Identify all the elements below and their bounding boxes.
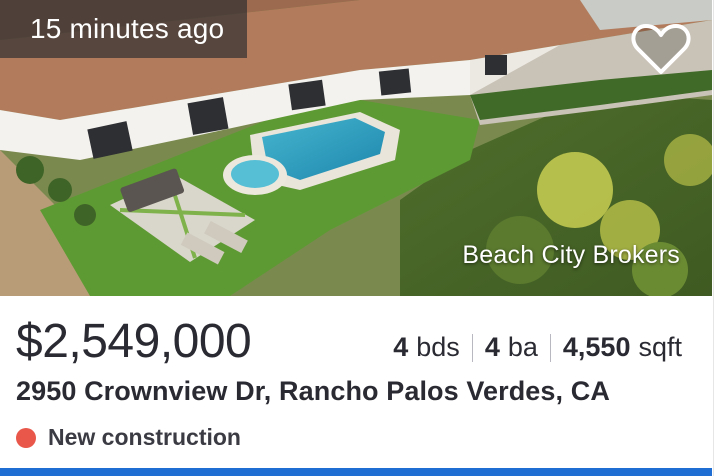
sqft-unit: sqft — [638, 332, 682, 362]
fact-divider — [471, 333, 473, 362]
status-label: New construction — [48, 424, 241, 450]
listing-info: $2,549,000 4 bds 4 ba 4,550 sqft 2950 Cr… — [0, 296, 712, 476]
baths-unit: ba — [507, 332, 538, 362]
listing-address[interactable]: 2950 Crownview Dr, Rancho Palos Verdes, … — [16, 376, 610, 407]
listing-price: $2,549,000 — [16, 315, 252, 368]
baths-value: 4 — [484, 332, 500, 362]
listing-status: New construction — [16, 424, 241, 451]
beds-unit: bds — [416, 332, 460, 362]
beds-fact: 4 bds — [393, 332, 460, 363]
fact-divider — [549, 333, 551, 362]
sqft-fact: 4,550 sqft — [563, 332, 682, 363]
beds-value: 4 — [393, 332, 409, 362]
status-dot-icon — [16, 427, 36, 448]
favorite-button[interactable] — [626, 20, 696, 78]
broker-watermark: Beach City Brokers — [462, 241, 680, 269]
bottom-accent-bar — [0, 468, 712, 476]
baths-fact: 4 ba — [485, 332, 538, 363]
listing-card[interactable]: 15 minutes ago Beach City Brokers $2,549… — [0, 0, 714, 476]
listing-facts: 4 bds 4 ba 4,550 sqft — [393, 332, 682, 363]
sqft-value: 4,550 — [562, 332, 631, 362]
heart-outline-icon — [631, 24, 691, 74]
listing-time-badge: 15 minutes ago — [0, 0, 247, 58]
listing-photo[interactable]: 15 minutes ago Beach City Brokers — [0, 0, 712, 296]
